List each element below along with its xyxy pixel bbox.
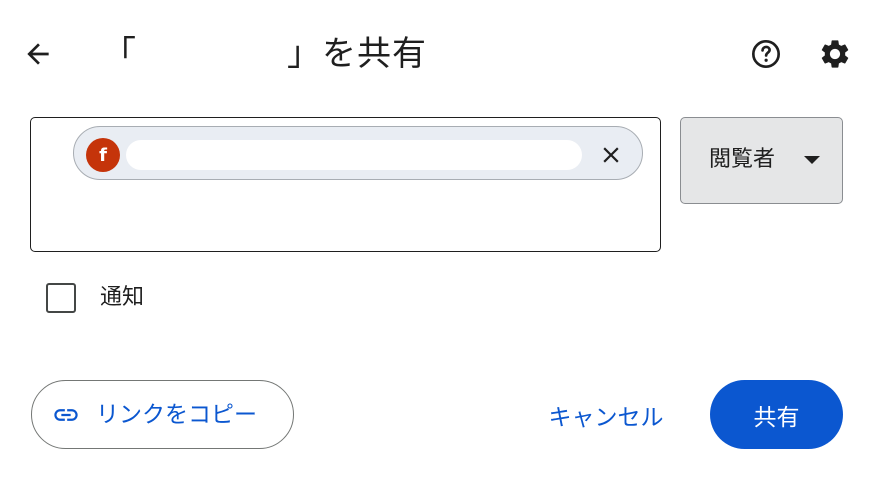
close-icon bbox=[603, 147, 619, 163]
help-icon bbox=[752, 40, 780, 68]
recipient-name-redacted bbox=[126, 140, 582, 170]
gear-icon bbox=[821, 40, 849, 68]
back-button[interactable] bbox=[18, 34, 58, 74]
share-button[interactable]: 共有 bbox=[710, 380, 843, 449]
dialog-title: 「 」を共有 bbox=[102, 30, 427, 78]
notify-label: 通知 bbox=[100, 285, 145, 310]
title-open-bracket: 「 bbox=[102, 34, 137, 74]
notify-checkbox[interactable] bbox=[46, 283, 76, 313]
help-button[interactable] bbox=[748, 36, 784, 72]
cancel-button[interactable]: キャンセル bbox=[530, 380, 682, 449]
share-dialog: 「 」を共有 f 閲覧者 通知 リンクをコピー キャンセル 共有 bbox=[0, 0, 875, 484]
link-icon bbox=[52, 402, 80, 428]
recipient-chip[interactable]: f bbox=[73, 126, 643, 180]
arrow-back-icon bbox=[27, 43, 49, 65]
document-name-redacted bbox=[137, 41, 287, 71]
role-selected-label: 閲覧者 bbox=[709, 147, 776, 172]
avatar: f bbox=[86, 138, 120, 172]
caret-down-icon bbox=[804, 156, 820, 164]
role-dropdown[interactable]: 閲覧者 bbox=[680, 117, 843, 204]
copy-link-button[interactable]: リンクをコピー bbox=[31, 380, 294, 449]
remove-recipient-button[interactable] bbox=[594, 138, 628, 172]
recipient-input-box[interactable]: f bbox=[30, 117, 661, 252]
settings-button[interactable] bbox=[816, 35, 854, 73]
title-suffix: 」を共有 bbox=[287, 34, 427, 74]
copy-link-label: リンクをコピー bbox=[96, 402, 257, 428]
